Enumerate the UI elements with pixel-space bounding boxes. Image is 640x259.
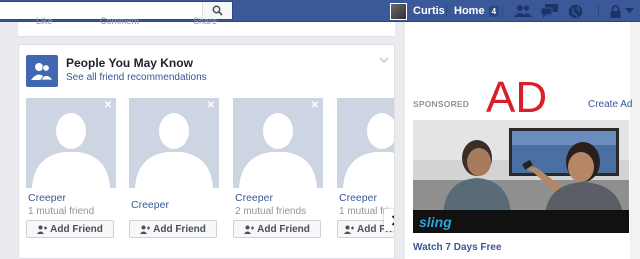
avatar (390, 2, 407, 20)
nav-divider (502, 5, 503, 17)
sponsored-label: SPONSORED (413, 99, 470, 109)
account-menu-button[interactable] (622, 3, 636, 19)
like-action[interactable]: Like (36, 16, 53, 26)
close-icon[interactable]: ✕ (311, 101, 319, 111)
people-icon (26, 55, 58, 87)
suggestion-name[interactable]: Creeper (339, 192, 377, 204)
ad-overlay-label: AD (486, 73, 548, 122)
add-friend-button[interactable]: Add Friend (26, 220, 114, 238)
chevron-right-icon (391, 214, 394, 226)
people-you-may-know-panel: People You May Know See all friend recom… (18, 44, 395, 259)
add-friend-icon (37, 225, 48, 234)
add-friend-icon (344, 225, 354, 234)
add-friend-label: Add Friend (257, 223, 310, 235)
mutual-friends-count[interactable]: 1 mutual fri (339, 206, 388, 217)
close-icon[interactable]: ✕ (207, 101, 215, 111)
ad-brand-bar: sling (413, 210, 629, 233)
profile-photo-placeholder[interactable]: ✕ (129, 98, 219, 188)
messages-button[interactable] (540, 3, 558, 19)
add-friend-button[interactable]: Add Friend (129, 220, 217, 238)
notifications-button[interactable] (566, 3, 584, 19)
home-label: Home (454, 5, 485, 17)
friend-suggestion-card: ✕ Creeper 1 mutual friend Add Friend (26, 98, 116, 248)
mutual-friends-count[interactable]: 1 mutual friend (28, 206, 94, 217)
friends-icon (514, 5, 532, 17)
share-action[interactable]: Share (193, 16, 217, 26)
friend-suggestion-card: ✕ Creeper 2 mutual friends Add Friend (233, 98, 323, 248)
add-friend-label: Add Friend (50, 223, 103, 235)
post-action-strip: Like Comment Share (18, 16, 395, 37)
nav-divider (446, 5, 447, 17)
add-friend-icon (140, 225, 151, 234)
search-icon (212, 5, 223, 16)
see-all-recommendations-link[interactable]: See all friend recommendations (66, 72, 207, 83)
comment-action[interactable]: Comment (100, 16, 139, 26)
close-icon[interactable]: ✕ (104, 101, 112, 111)
suggestion-carousel: ✕ Creeper 1 mutual friend Add Friend ✕ C… (26, 98, 394, 258)
profile-name: Curtis (413, 5, 445, 17)
friend-suggestion-card: ✕ Creeper Add Friend (129, 98, 219, 248)
suggestion-name[interactable]: Creeper (131, 199, 169, 211)
chevron-down-icon[interactable] (379, 56, 389, 64)
ad-image[interactable]: sling (413, 120, 629, 233)
pymk-title: People You May Know (66, 56, 193, 70)
globe-icon (568, 4, 582, 18)
sling-logo: sling (419, 213, 452, 230)
suggestion-name[interactable]: Creeper (235, 192, 273, 204)
profile-photo-placeholder[interactable]: ✕ (26, 98, 116, 188)
create-ad-link[interactable]: Create Ad (588, 99, 632, 110)
top-nav-bar: Curtis Home 4 (0, 0, 640, 22)
messages-icon (540, 4, 558, 18)
lock-icon (610, 4, 620, 18)
home-count-badge: 4 (488, 5, 500, 17)
scroll-gutter (630, 22, 640, 259)
carousel-next-button[interactable] (384, 209, 394, 231)
profile-link[interactable]: Curtis (390, 2, 445, 20)
friend-requests-button[interactable] (514, 3, 532, 19)
profile-photo-placeholder[interactable]: ✕ (233, 98, 323, 188)
ad-cta-link[interactable]: Watch 7 Days Free (413, 242, 502, 253)
nav-divider (598, 5, 599, 17)
suggestion-name[interactable]: Creeper (28, 192, 66, 204)
chevron-down-icon (624, 8, 634, 14)
add-friend-button[interactable]: Add Friend (233, 220, 321, 238)
add-friend-label: Add Friend (153, 223, 206, 235)
profile-photo-placeholder[interactable] (337, 98, 394, 188)
add-friend-icon (244, 225, 255, 234)
mutual-friends-count[interactable]: 2 mutual friends (235, 206, 306, 217)
home-link[interactable]: Home 4 (454, 2, 500, 20)
